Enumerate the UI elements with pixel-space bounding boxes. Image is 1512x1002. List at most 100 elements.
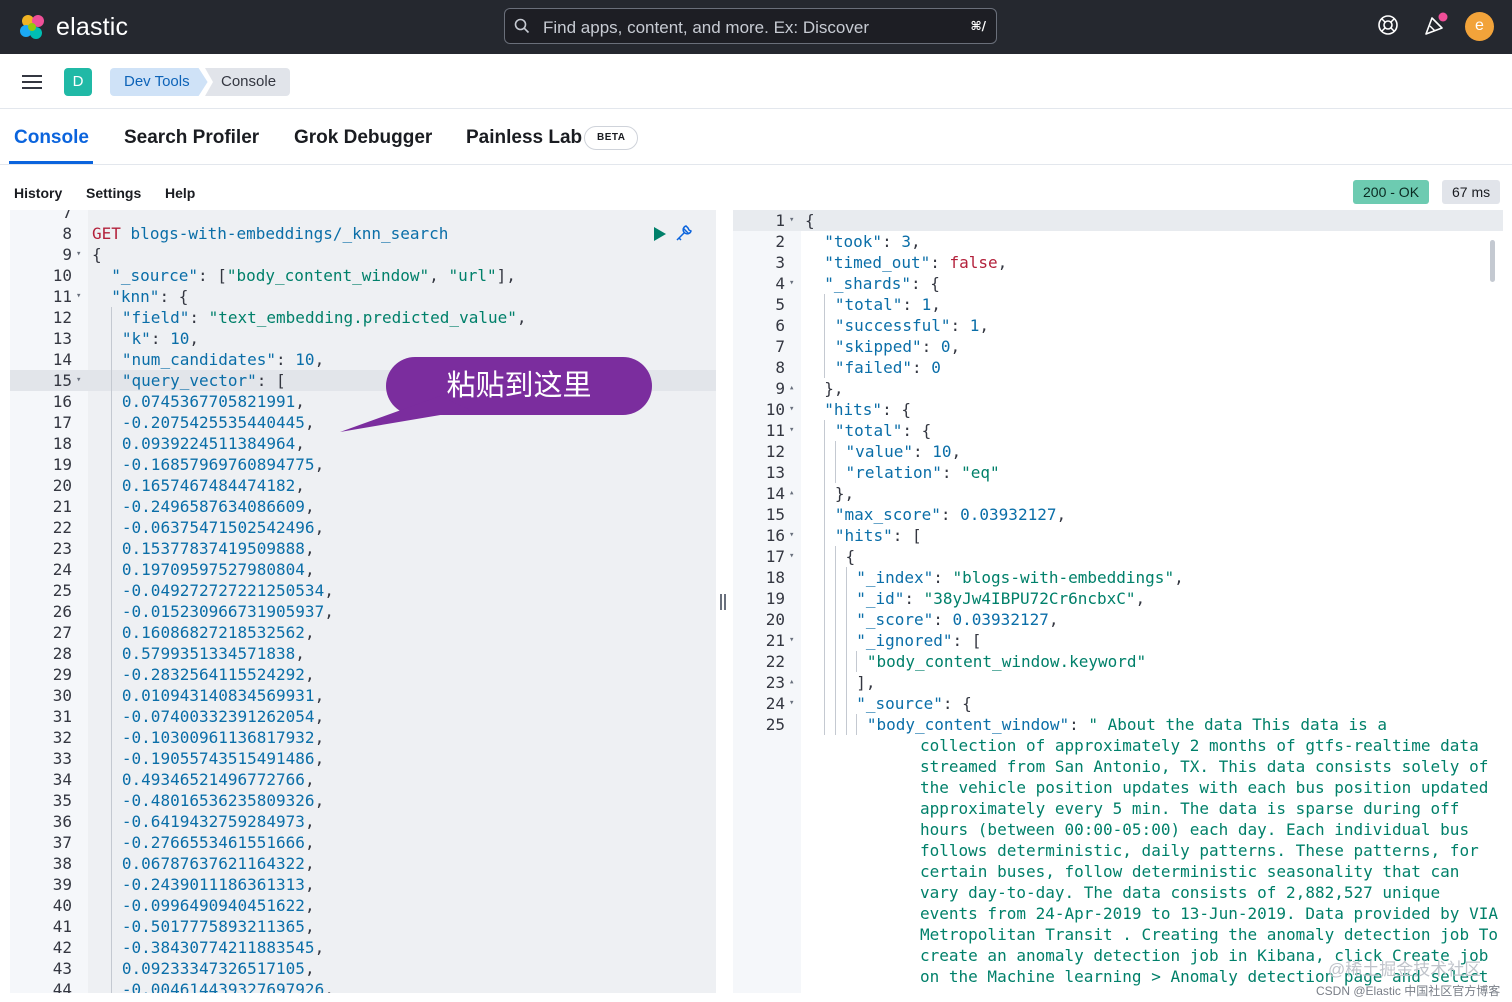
code-line: 35 -0.48016536235809326,	[10, 790, 716, 811]
breadcrumb-dev-tools[interactable]: Dev Tools	[110, 68, 208, 96]
response-line: 7 "skipped": 0,	[733, 336, 1503, 357]
user-avatar[interactable]: e	[1465, 12, 1494, 41]
response-line: 10 ▾ "hits": {	[733, 399, 1503, 420]
request-editor[interactable]: 7 8 GET blogs-with-embeddings/_knn_search 9…	[10, 210, 716, 993]
fold-toggle-icon[interactable]: ▾	[789, 693, 794, 714]
line-number: 31	[52, 707, 72, 726]
fold-toggle-icon[interactable]: ▾	[789, 546, 794, 567]
help-icon[interactable]	[1377, 14, 1399, 36]
line-number: 14	[52, 350, 72, 369]
fold-toggle-icon[interactable]: ▾	[76, 286, 81, 307]
line-number: 20	[52, 476, 72, 495]
active-tab-indicator	[9, 161, 93, 164]
line-number: 36	[52, 812, 72, 831]
panel-resize-handle[interactable]	[720, 594, 726, 610]
tab-painless-lab[interactable]: Painless Lab	[466, 127, 582, 149]
line-number: 7	[775, 337, 785, 356]
code-line: 32 -0.10300961136817932,	[10, 727, 716, 748]
tab-search-profiler[interactable]: Search Profiler	[124, 127, 259, 149]
space-avatar[interactable]: D	[64, 68, 92, 96]
global-search[interactable]: ⌘/	[504, 8, 997, 44]
output-scrollbar[interactable]	[1490, 240, 1495, 282]
tab-console[interactable]: Console	[14, 127, 89, 149]
line-number: 39	[52, 875, 72, 894]
response-line: 22 "body_content_window.keyword"	[733, 651, 1503, 672]
response-line: 18 "_index": "blogs-with-embeddings",	[733, 567, 1503, 588]
watermark-csdn: CSDN @Elastic 中国社区官方博客	[1316, 984, 1501, 998]
line-number: 11	[52, 287, 72, 306]
response-line: 3 "timed_out": false,	[733, 252, 1503, 273]
code-line: 8 GET blogs-with-embeddings/_knn_search	[10, 223, 716, 244]
search-shortcut: ⌘/	[970, 19, 986, 33]
line-number: 17	[52, 413, 72, 432]
response-line: 21 ▾ "_ignored": [	[733, 630, 1503, 651]
wrapped-text-line: collection of approximately 2 months of …	[920, 736, 1479, 755]
response-line: 1 ▾{	[733, 210, 1503, 231]
elastic-logo[interactable]: elastic	[18, 12, 128, 42]
breadcrumb-bar: D Dev Tools Console	[0, 54, 1512, 109]
fold-toggle-icon[interactable]: ▾	[789, 525, 794, 546]
fold-toggle-icon[interactable]: ▾	[76, 244, 81, 265]
response-line: 15 "max_score": 0.03932127,	[733, 504, 1503, 525]
response-line: 9 ▴ },	[733, 378, 1503, 399]
line-number: 14	[765, 484, 785, 503]
help-link[interactable]: Help	[165, 185, 195, 201]
fold-toggle-icon[interactable]: ▴	[789, 672, 794, 693]
line-number: 22	[765, 652, 785, 671]
status-badge: 200 - OK	[1353, 180, 1430, 204]
response-line: 11 ▾ "total": {	[733, 420, 1503, 441]
fold-toggle-icon[interactable]: ▾	[789, 399, 794, 420]
line-number: 1	[775, 211, 785, 230]
code-line: 27 0.16086827218532562,	[10, 622, 716, 643]
top-navigation-bar: elastic ⌘/ e	[0, 0, 1512, 54]
response-line: 17 ▾ {	[733, 546, 1503, 567]
line-number: 9	[775, 379, 785, 398]
fold-toggle-icon[interactable]: ▴	[789, 378, 794, 399]
code-line: 40 -0.0996490940451622,	[10, 895, 716, 916]
code-line: 24 0.19709597527980804,	[10, 559, 716, 580]
watermark-juejin: @稀土掘金技术社区	[1328, 960, 1482, 979]
line-number: 18	[52, 434, 72, 453]
response-line: 13 "relation": "eq"	[733, 462, 1503, 483]
line-number: 20	[765, 610, 785, 629]
settings-link[interactable]: Settings	[86, 185, 141, 201]
response-line: 20 "_score": 0.03932127,	[733, 609, 1503, 630]
line-number: 41	[52, 917, 72, 936]
response-line: 24 ▾ "_source": {	[733, 693, 1503, 714]
response-line: 5 "total": 1,	[733, 294, 1503, 315]
wrapped-text-line: streamed from San Antonio, TX. This data…	[920, 757, 1489, 776]
line-number: 27	[52, 623, 72, 642]
line-number: 26	[52, 602, 72, 621]
line-number: 6	[775, 316, 785, 335]
fold-toggle-icon[interactable]: ▴	[789, 483, 794, 504]
line-number: 10	[765, 400, 785, 419]
code-line: 36 -0.6419432759284973,	[10, 811, 716, 832]
search-input[interactable]	[541, 16, 945, 40]
line-number: 21	[765, 631, 785, 650]
wrapped-text-line: approximately every 5 min. The data is s…	[920, 799, 1460, 818]
menu-icon[interactable]	[22, 74, 42, 90]
tab-grok-debugger[interactable]: Grok Debugger	[294, 127, 432, 149]
line-number: 19	[765, 589, 785, 608]
code-line: 29 -0.2832564115524292,	[10, 664, 716, 685]
code-line: 26 -0.015230966731905937,	[10, 601, 716, 622]
fold-toggle-icon[interactable]: ▾	[789, 210, 794, 231]
line-number: 10	[52, 266, 72, 285]
wrapped-text-line: certain buses, follow deterministic seas…	[920, 862, 1460, 881]
news-feed-icon[interactable]	[1423, 12, 1449, 38]
line-number: 44	[52, 980, 72, 993]
line-number: 23	[765, 673, 785, 692]
fold-toggle-icon[interactable]: ▾	[76, 370, 81, 391]
line-number: 3	[775, 253, 785, 272]
history-link[interactable]: History	[14, 185, 62, 201]
code-line: 43 0.09233347326517105,	[10, 958, 716, 979]
line-number: 37	[52, 833, 72, 852]
wrapped-text-line: the vehicle position updates with each b…	[920, 778, 1489, 797]
code-line: 37 -0.2766553461551666,	[10, 832, 716, 853]
fold-toggle-icon[interactable]: ▾	[789, 630, 794, 651]
fold-toggle-icon[interactable]: ▾	[789, 273, 794, 294]
code-line: 34 0.49346521496772766,	[10, 769, 716, 790]
fold-toggle-icon[interactable]: ▾	[789, 420, 794, 441]
code-line: 33 -0.19055743515491486,	[10, 748, 716, 769]
logo-text: elastic	[56, 12, 129, 41]
